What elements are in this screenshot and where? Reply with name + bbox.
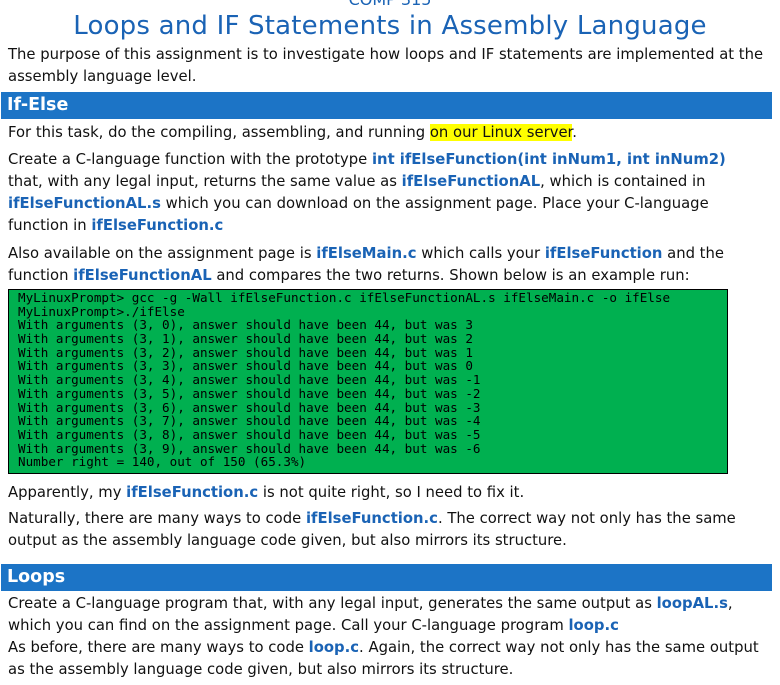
intro-paragraph: The purpose of this assignment is to inv… bbox=[8, 46, 764, 85]
c-file-name: ifElseFunction.c bbox=[305, 510, 438, 527]
terminal-line: With arguments (3, 2), answer should hav… bbox=[18, 344, 473, 360]
ifelse-paragraph-2: Create a C-language function with the pr… bbox=[8, 149, 764, 237]
ifelse-paragraph-1: For this task, do the compiling, assembl… bbox=[8, 122, 764, 144]
terminal-output: MyLinuxPrompt> gcc -g -Wall ifElseFuncti… bbox=[8, 289, 728, 474]
terminal-line: With arguments (3, 6), answer should hav… bbox=[18, 399, 481, 415]
terminal-line: With arguments (3, 4), answer should hav… bbox=[18, 372, 481, 388]
text: . bbox=[572, 124, 577, 141]
c-file-name: loop.c bbox=[568, 617, 619, 634]
linux-server-highlight: on our Linux server bbox=[429, 124, 573, 141]
text: As before, there are many ways to code bbox=[8, 639, 309, 656]
terminal-line: With arguments (3, 0), answer should hav… bbox=[18, 317, 473, 333]
section-heading-if-else: If-Else bbox=[1, 92, 772, 119]
ifelse-paragraph-4: Apparently, my ifElseFunction.c is not q… bbox=[8, 482, 764, 504]
terminal-line: With arguments (3, 9), answer should hav… bbox=[18, 440, 481, 456]
section-heading-loops: Loops bbox=[1, 564, 772, 591]
function-name: ifElseFunction bbox=[544, 245, 663, 262]
terminal-line: With arguments (3, 8), answer should hav… bbox=[18, 426, 481, 442]
text: that, with any legal input, returns the … bbox=[8, 173, 402, 190]
ifelse-paragraph-5: Naturally, there are many ways to code i… bbox=[8, 508, 764, 552]
main-file-name: ifElseMain.c bbox=[316, 245, 417, 262]
terminal-line: With arguments (3, 5), answer should hav… bbox=[18, 385, 481, 401]
assembly-file-name: ifElseFunctionAL.s bbox=[8, 195, 161, 212]
terminal-line: MyLinuxPrompt>./ifElse bbox=[18, 303, 185, 319]
text: , which is contained in bbox=[540, 173, 706, 190]
course-heading: COMP 315 bbox=[0, 0, 780, 9]
terminal-line: With arguments (3, 7), answer should hav… bbox=[18, 413, 481, 429]
text: and compares the two returns. Shown belo… bbox=[211, 267, 690, 284]
c-file-name: loop.c bbox=[308, 639, 360, 656]
text: Apparently, my bbox=[8, 484, 127, 501]
text: Create a C-language function with the pr… bbox=[8, 151, 372, 168]
function-name-al: ifElseFunctionAL bbox=[73, 267, 212, 284]
terminal-line: With arguments (3, 1), answer should hav… bbox=[18, 331, 473, 347]
text: Create a C-language program that, with a… bbox=[8, 595, 657, 612]
text: Also available on the assignment page is bbox=[8, 245, 317, 262]
text: Naturally, there are many ways to code bbox=[8, 510, 306, 527]
function-name-al: ifElseFunctionAL bbox=[401, 173, 541, 190]
page-title: Loops and IF Statements in Assembly Lang… bbox=[73, 11, 707, 41]
c-file-name: ifElseFunction.c bbox=[126, 484, 259, 501]
terminal-line: Number right = 140, out of 150 (65.3%) bbox=[18, 454, 307, 470]
terminal-line: MyLinuxPrompt> gcc -g -Wall ifElseFuncti… bbox=[18, 290, 671, 305]
ifelse-paragraph-3: Also available on the assignment page is… bbox=[8, 243, 764, 287]
text: which calls your bbox=[416, 245, 545, 262]
terminal-line: With arguments (3, 3), answer should hav… bbox=[18, 358, 473, 374]
function-prototype: int ifElseFunction(int inNum1, int inNum… bbox=[371, 151, 726, 168]
c-file-name: ifElseFunction.c bbox=[91, 217, 224, 234]
text: For this task, do the compiling, assembl… bbox=[8, 124, 430, 141]
text: is not quite right, so I need to fix it. bbox=[258, 484, 525, 501]
assembly-file-name: loopAL.s bbox=[656, 595, 728, 612]
loops-paragraph-2: As before, there are many ways to code l… bbox=[8, 637, 764, 681]
loops-paragraph-1: Create a C-language program that, with a… bbox=[8, 593, 764, 637]
